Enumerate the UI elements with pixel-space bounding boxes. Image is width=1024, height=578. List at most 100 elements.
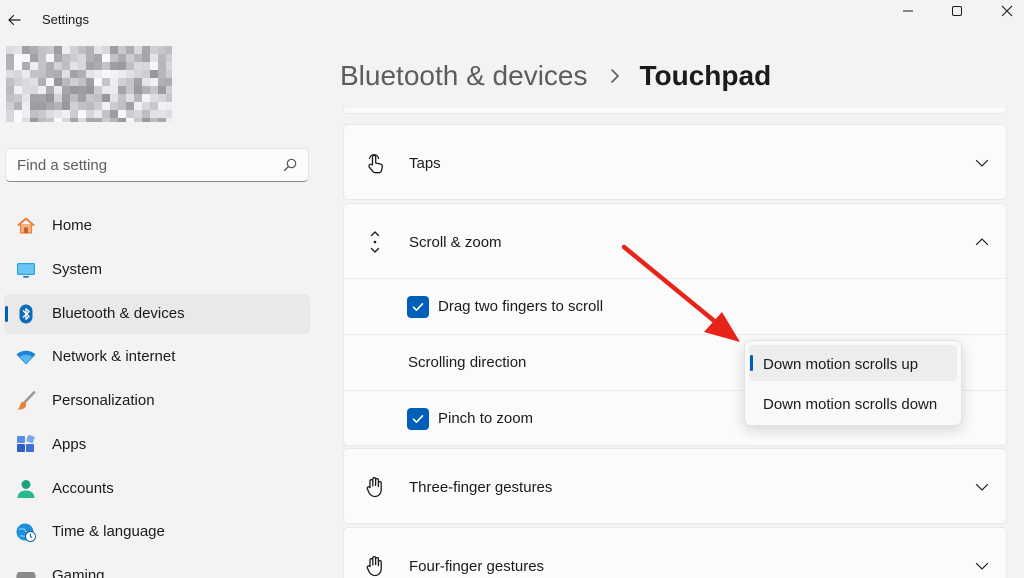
dropdown-option-scrolls-down[interactable]: Down motion scrolls down <box>749 385 957 421</box>
chevron-up-icon[interactable] <box>974 234 990 250</box>
avatar-pixel <box>142 54 150 62</box>
avatar-pixel <box>142 110 150 118</box>
avatar-pixel <box>150 46 158 54</box>
avatar-pixel <box>22 78 30 86</box>
avatar-pixel <box>78 110 86 118</box>
avatar-pixel <box>142 94 150 102</box>
checkmark-icon <box>412 415 424 423</box>
tap-gesture-icon <box>368 153 384 174</box>
avatar-pixel <box>38 118 46 122</box>
pinch-to-zoom-checkbox[interactable] <box>407 408 429 430</box>
avatar-pixel <box>102 118 110 122</box>
maximize-button[interactable] <box>934 0 980 22</box>
avatar-pixel <box>110 118 118 122</box>
minimize-button[interactable] <box>885 0 931 22</box>
avatar-pixel <box>46 102 54 110</box>
avatar-pixel <box>86 94 94 102</box>
back-arrow-icon <box>8 14 21 26</box>
avatar-pixel <box>94 118 102 122</box>
sidebar-item-gaming[interactable]: Gaming <box>4 556 310 578</box>
avatar-pixel <box>166 70 172 78</box>
breadcrumb-parent-link[interactable]: Bluetooth & devices <box>340 60 588 92</box>
sidebar-item-apps[interactable]: Apps <box>4 425 310 465</box>
avatar-pixel <box>118 62 126 70</box>
search-input[interactable] <box>6 149 276 181</box>
avatar-pixel <box>62 78 70 86</box>
avatar-pixel <box>150 70 158 78</box>
avatar-pixel <box>62 118 70 122</box>
sidebar-item-time-language[interactable]: Time & language <box>4 512 310 552</box>
minimize-icon <box>903 10 913 12</box>
avatar-pixel <box>110 62 118 70</box>
avatar-pixel <box>134 94 142 102</box>
sidebar-item-system[interactable]: System <box>4 250 310 290</box>
chevron-down-icon[interactable] <box>974 155 990 171</box>
avatar-pixel <box>30 70 38 78</box>
avatar-pixel <box>22 110 30 118</box>
avatar-pixel <box>46 54 54 62</box>
avatar-pixel <box>54 86 62 94</box>
avatar-pixel <box>102 70 110 78</box>
hand-gesture-icon <box>366 556 382 577</box>
avatar-pixel <box>142 78 150 86</box>
avatar-pixel <box>30 62 38 70</box>
avatar-pixel <box>158 62 166 70</box>
avatar-pixel <box>78 94 86 102</box>
drag-two-fingers-checkbox[interactable] <box>407 296 429 318</box>
avatar-pixel <box>30 54 38 62</box>
sidebar-item-bluetooth-devices[interactable]: Bluetooth & devices <box>4 293 310 334</box>
avatar-pixel <box>102 62 110 70</box>
close-icon <box>1001 5 1013 17</box>
avatar-pixel <box>38 102 46 110</box>
avatar-pixel <box>110 110 118 118</box>
avatar-pixel <box>46 62 54 70</box>
avatar-pixel <box>118 70 126 78</box>
globe-clock-icon <box>16 523 36 543</box>
avatar-pixel <box>166 94 172 102</box>
avatar-pixel <box>134 110 142 118</box>
search-box[interactable] <box>5 148 309 182</box>
breadcrumb: Bluetooth & devices Touchpad <box>340 56 771 96</box>
scrolling-direction-dropdown[interactable]: Down motion scrolls up Down motion scrol… <box>744 340 962 426</box>
three-finger-gestures-card[interactable]: Three-finger gestures <box>343 448 1007 524</box>
sidebar-item-network-internet[interactable]: Network & internet <box>4 337 310 377</box>
search-icon[interactable] <box>282 157 298 173</box>
close-button[interactable] <box>984 0 1024 22</box>
avatar-pixel <box>166 86 172 94</box>
four-finger-gestures-card[interactable]: Four-finger gestures <box>343 527 1007 578</box>
avatar-pixel <box>6 70 14 78</box>
avatar-pixel <box>150 110 158 118</box>
chevron-down-icon[interactable] <box>974 558 990 574</box>
sidebar-item-accounts[interactable]: Accounts <box>4 469 310 509</box>
avatar-pixel <box>166 118 172 122</box>
sidebar-item-personalization[interactable]: Personalization <box>4 381 310 421</box>
avatar-pixel <box>118 78 126 86</box>
avatar-pixel <box>158 102 166 110</box>
avatar[interactable] <box>6 46 172 122</box>
avatar-pixel <box>118 118 126 122</box>
avatar-pixel <box>22 54 30 62</box>
avatar-pixel <box>158 86 166 94</box>
sidebar-item-home[interactable]: Home <box>4 206 310 246</box>
avatar-pixel <box>78 70 86 78</box>
avatar-pixel <box>22 118 30 122</box>
avatar-pixel <box>6 54 14 62</box>
scrolling-direction-label: Scrolling direction <box>408 354 527 371</box>
four-finger-gestures-header[interactable]: Four-finger gestures <box>344 528 1006 578</box>
taps-card[interactable]: Taps <box>343 124 1007 200</box>
avatar-pixel <box>6 62 14 70</box>
chevron-down-icon[interactable] <box>974 479 990 495</box>
avatar-pixel <box>142 46 150 54</box>
avatar-image <box>6 46 172 122</box>
three-finger-gestures-header[interactable]: Three-finger gestures <box>344 449 1006 523</box>
avatar-pixel <box>78 78 86 86</box>
dropdown-option-scrolls-up[interactable]: Down motion scrolls up <box>749 345 957 381</box>
avatar-pixel <box>110 54 118 62</box>
taps-header[interactable]: Taps <box>344 125 1006 199</box>
avatar-pixel <box>86 86 94 94</box>
drag-two-fingers-row: Drag two fingers to scroll <box>344 278 1008 334</box>
scroll-zoom-header[interactable]: Scroll & zoom <box>344 204 1006 278</box>
avatar-pixel <box>150 54 158 62</box>
back-button[interactable] <box>2 8 26 32</box>
avatar-pixel <box>6 110 14 118</box>
